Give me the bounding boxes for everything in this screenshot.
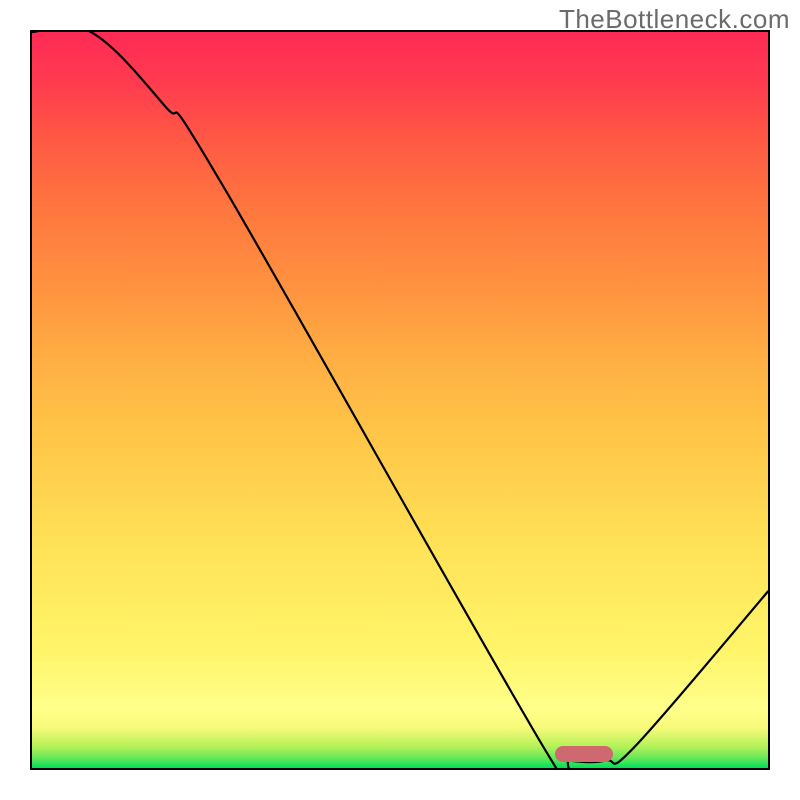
chart-container: TheBottleneck.com [0, 0, 800, 800]
optimal-region-marker [555, 746, 614, 762]
bottleneck-curve [32, 32, 768, 768]
plot-area [30, 30, 770, 770]
watermark-label: TheBottleneck.com [559, 4, 790, 35]
bottleneck-curve-layer [32, 32, 768, 768]
